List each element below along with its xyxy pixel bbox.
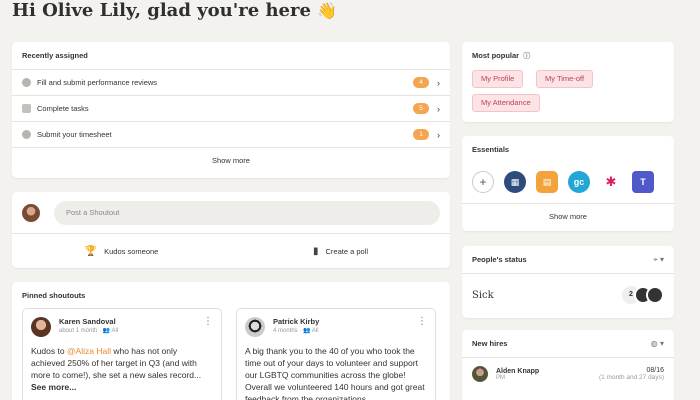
create-poll-button[interactable]: ▮ Create a poll xyxy=(231,246,450,257)
most-popular-title: Most popular ⓘ xyxy=(472,51,531,60)
greeting-text: Hi Olive Lily, glad you're here xyxy=(12,0,311,21)
avatar xyxy=(22,203,40,222)
task-row[interactable]: Complete tasks 5 › xyxy=(12,95,450,121)
post-body: A big thank you to the 40 of you who too… xyxy=(245,346,425,400)
hire-date: 08/16 (1 month and 27 days) xyxy=(598,367,664,381)
more-options-icon[interactable]: ⋮ xyxy=(203,317,213,327)
more-options-icon[interactable]: ⋮ xyxy=(417,317,427,327)
avatar xyxy=(646,286,664,304)
show-more-button[interactable]: Show more xyxy=(12,147,450,175)
task-count-badge: 5 xyxy=(413,103,429,114)
bar-chart-icon: ▮ xyxy=(312,245,319,257)
app-gc-icon[interactable]: gc xyxy=(568,171,590,193)
location-filter-icon[interactable]: ⌖ ▾ xyxy=(653,255,664,265)
show-more-button[interactable]: Show more xyxy=(462,203,674,231)
task-label: Submit your timesheet xyxy=(37,130,112,139)
task-row[interactable]: Submit your timesheet 1 › xyxy=(12,121,450,147)
task-row[interactable]: Fill and submit performance reviews 4 › xyxy=(12,69,450,95)
status-title: People's status xyxy=(472,255,527,264)
app-notebook-icon[interactable]: ▤ xyxy=(536,171,558,193)
status-label: Sick xyxy=(472,289,494,301)
kudos-label: Kudos someone xyxy=(104,246,159,256)
task-count-badge: 4 xyxy=(413,77,429,88)
shoutout-composer-card: Post a Shoutout 🏆 Kudos someone ▮ Create… xyxy=(12,192,450,268)
info-icon[interactable]: ⓘ xyxy=(523,53,530,60)
task-label: Fill and submit performance reviews xyxy=(37,78,158,87)
chevron-right-icon: › xyxy=(437,129,440,140)
my-profile-chip[interactable]: My Profile xyxy=(472,70,524,88)
people-icon: 👥 xyxy=(102,328,111,334)
kudos-button[interactable]: 🏆 Kudos someone xyxy=(12,246,231,257)
clock-icon xyxy=(22,130,31,139)
chevron-right-icon: › xyxy=(437,77,440,88)
author-name: Patrick Kirby xyxy=(273,317,320,326)
page-title: Hi Olive Lily, glad you're here 👋 xyxy=(12,0,337,21)
review-icon xyxy=(22,78,31,87)
most-popular-card: Most popular ⓘ My Profile My Time-off My… xyxy=(462,42,674,122)
shoutout-post[interactable]: Karen Sandoval about 1 month · 👥 All ⋮ K… xyxy=(22,308,222,400)
peoples-status-card: People's status ⌖ ▾ Sick 2 xyxy=(462,246,674,318)
pinned-title: Pinned shoutouts xyxy=(22,291,86,300)
slack-icon[interactable]: ✱ xyxy=(600,171,622,193)
pinned-shoutouts-card: Pinned shoutouts Karen Sandoval about 1 … xyxy=(12,282,450,400)
checkbox-icon xyxy=(22,104,31,113)
people-icon: 👥 xyxy=(303,328,311,334)
task-count-badge: 1 xyxy=(413,129,429,140)
new-hires-card: New hires ◍ ▾ Alden Knapp PM 08/16 (1 mo… xyxy=(462,330,674,400)
avatar xyxy=(245,317,265,337)
app-calendar-icon[interactable]: ▦ xyxy=(504,171,526,193)
essentials-card: Essentials + ▦ ▤ gc ✱ T Show more xyxy=(462,136,674,231)
my-time-off-chip[interactable]: My Time-off xyxy=(536,70,594,88)
my-attendance-chip[interactable]: My Attendance xyxy=(472,94,540,112)
see-more-link[interactable]: See more... xyxy=(31,381,213,393)
post-meta: 4 months · 👥 All xyxy=(273,328,319,334)
new-hire-row[interactable]: Alden Knapp PM 08/16 (1 month and 27 day… xyxy=(462,358,674,390)
author-name: Karen Sandoval xyxy=(59,317,116,326)
wave-emoji: 👋 xyxy=(317,1,338,20)
recently-assigned-card: Recently assigned Fill and submit perfor… xyxy=(12,42,450,178)
shoutout-post[interactable]: Patrick Kirby 4 months · 👥 All ⋮ A big t… xyxy=(236,308,436,400)
poll-label: Create a poll xyxy=(325,246,369,256)
globe-filter-icon[interactable]: ◍ ▾ xyxy=(651,339,664,348)
trophy-icon: 🏆 xyxy=(84,245,98,257)
status-row[interactable]: Sick 2 xyxy=(462,274,674,316)
new-hires-title: New hires xyxy=(472,339,508,348)
essentials-title: Essentials xyxy=(472,145,510,154)
recently-assigned-title: Recently assigned xyxy=(22,51,88,60)
post-body: Kudos to @Aliza Hall who has not only ac… xyxy=(31,345,213,393)
task-label: Complete tasks xyxy=(37,104,89,113)
hire-role: PM xyxy=(496,374,505,381)
avatar xyxy=(472,366,488,382)
avatar xyxy=(31,317,51,337)
teams-icon[interactable]: T xyxy=(632,171,654,193)
add-app-icon[interactable]: + xyxy=(472,171,494,193)
shoutout-input[interactable]: Post a Shoutout xyxy=(54,200,440,225)
mention-link[interactable]: @Aliza Hall xyxy=(67,346,111,356)
hire-name: Alden Knapp xyxy=(496,367,540,375)
chevron-right-icon: › xyxy=(437,103,440,114)
post-meta: about 1 month · 👥 All xyxy=(59,328,119,334)
